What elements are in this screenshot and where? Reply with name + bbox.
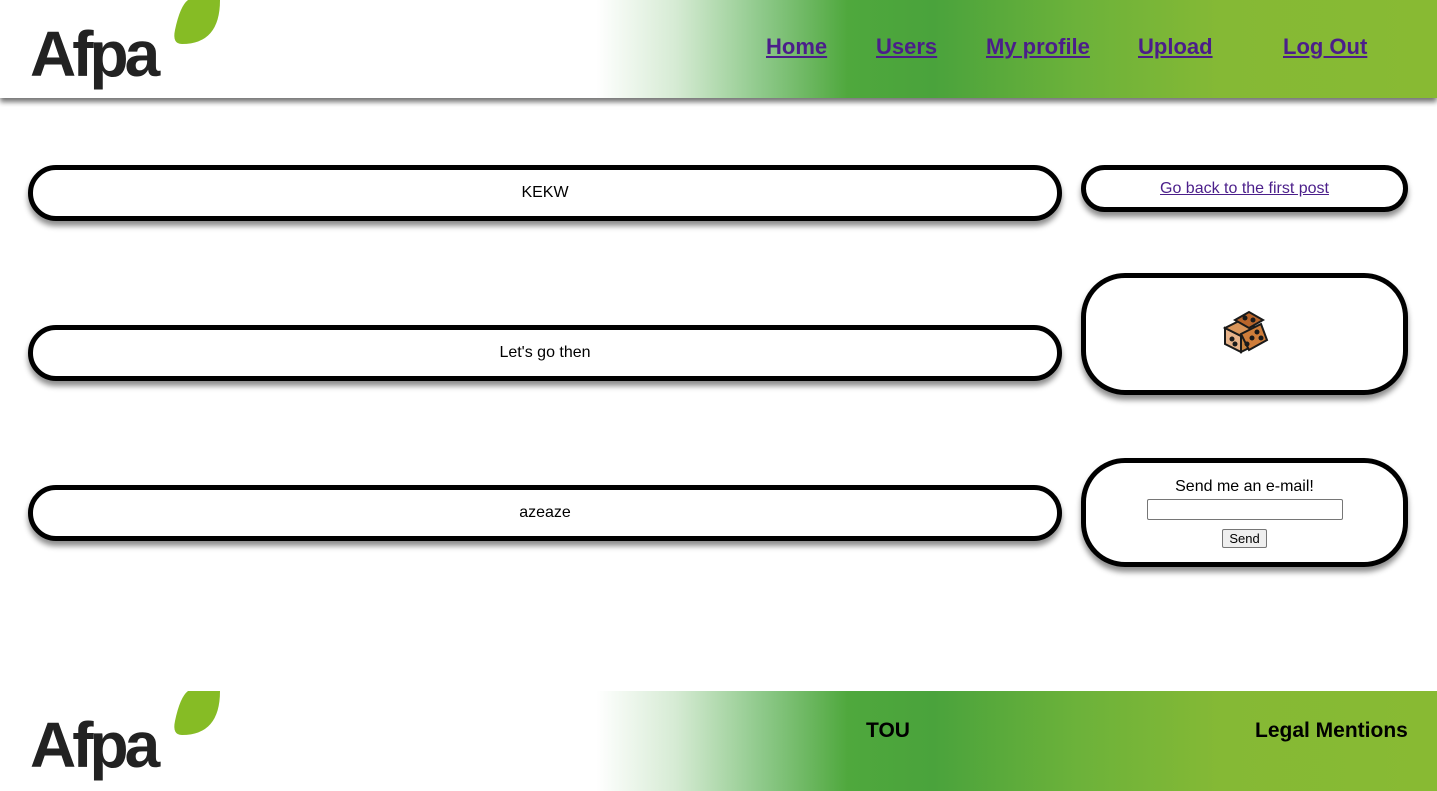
nav-users-link[interactable]: Users [876, 34, 937, 60]
afpa-logo[interactable]: Afpa [30, 691, 220, 787]
svg-text:Afpa: Afpa [30, 709, 161, 781]
send-button[interactable]: Send [1222, 528, 1267, 548]
nav-logout-link[interactable]: Log Out [1283, 34, 1367, 60]
site-footer: Afpa TOU Legal Mentions [0, 691, 1437, 791]
post-text: azeaze [519, 504, 571, 521]
legal-mentions-link[interactable]: Legal Mentions [1255, 719, 1408, 743]
post-card: azeaze [28, 485, 1062, 541]
tou-link[interactable]: TOU [866, 719, 910, 743]
post-text: KEKW [521, 184, 569, 201]
nav-home-link[interactable]: Home [766, 34, 827, 60]
svg-text:Afpa: Afpa [30, 18, 161, 90]
email-label: Send me an e-mail! [1175, 477, 1314, 495]
nav-upload-link[interactable]: Upload [1138, 34, 1213, 60]
post-text: Let's go then [499, 344, 591, 361]
post-card: Let's go then [28, 325, 1062, 381]
dice-image [1222, 310, 1268, 354]
email-field[interactable] [1146, 498, 1343, 520]
first-post-panel: Go back to the first post [1081, 165, 1408, 212]
image-panel [1081, 273, 1408, 395]
first-post-link[interactable]: Go back to the first post [1160, 180, 1329, 198]
afpa-logo[interactable]: Afpa [30, 0, 220, 96]
nav-my-profile-link[interactable]: My profile [986, 34, 1090, 60]
post-card: KEKW [28, 165, 1062, 221]
email-panel: Send me an e-mail! Send [1081, 458, 1408, 567]
site-header: Afpa Home Users My profile Upload Log Ou… [0, 0, 1437, 98]
